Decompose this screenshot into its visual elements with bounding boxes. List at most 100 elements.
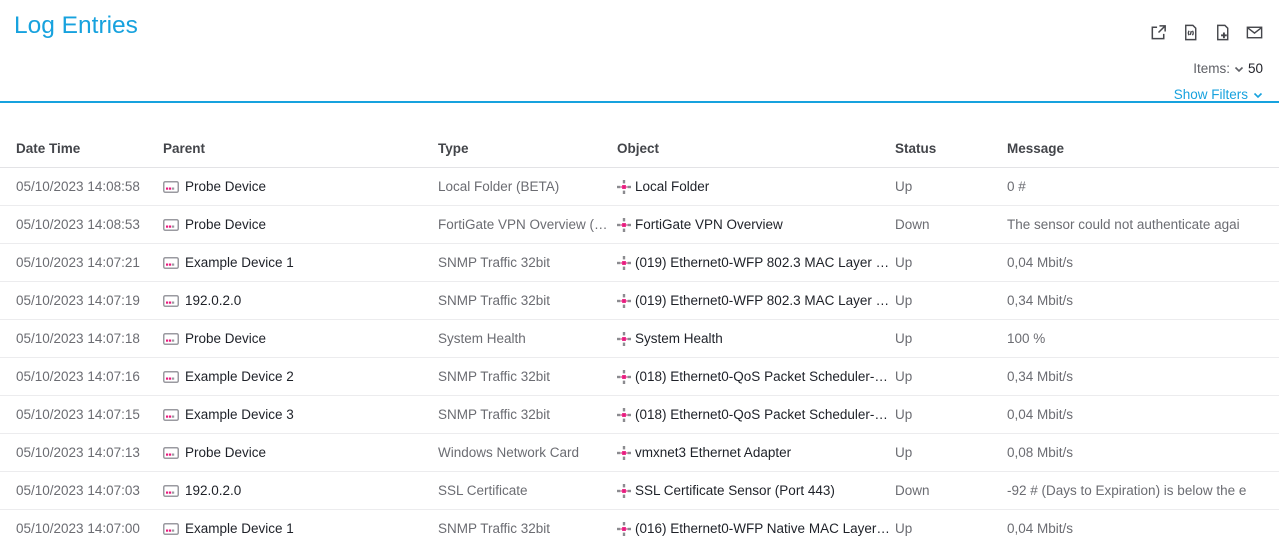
column-header-parent[interactable]: Parent <box>163 141 438 167</box>
table-row: 05/10/2023 14:07:16 Example Device 2 SNM… <box>0 358 1279 396</box>
cell-parent[interactable]: Example Device 3 <box>163 407 438 422</box>
cell-date-time: 05/10/2023 14:07:18 <box>16 331 163 346</box>
cell-date-time: 05/10/2023 14:07:00 <box>16 521 163 536</box>
parent-link[interactable]: Probe Device <box>185 331 266 346</box>
cell-status: Up <box>895 293 1007 308</box>
column-header-status[interactable]: Status <box>895 141 1007 167</box>
cell-message: 0,04 Mbit/s <box>1007 407 1279 422</box>
cell-type: SNMP Traffic 32bit <box>438 521 617 536</box>
column-header-date-time[interactable]: Date Time <box>16 141 163 167</box>
items-value: 50 <box>1248 61 1263 76</box>
parent-link[interactable]: Probe Device <box>185 217 266 232</box>
cell-date-time: 05/10/2023 14:07:15 <box>16 407 163 422</box>
device-icon <box>163 257 179 269</box>
cell-message: The sensor could not authenticate agai <box>1007 217 1279 232</box>
column-header-object[interactable]: Object <box>617 141 895 167</box>
cell-type: FortiGate VPN Overview (… <box>438 217 617 232</box>
cell-parent[interactable]: Example Device 1 <box>163 521 438 536</box>
cell-type: System Health <box>438 331 617 346</box>
object-link[interactable]: SSL Certificate Sensor (Port 443) <box>635 483 835 498</box>
sensor-icon <box>617 522 631 536</box>
object-link[interactable]: System Health <box>635 331 723 346</box>
parent-link[interactable]: 192.0.2.0 <box>185 483 241 498</box>
file-code-icon[interactable] <box>1181 23 1200 42</box>
cell-message: 100 % <box>1007 331 1279 346</box>
parent-link[interactable]: Example Device 2 <box>185 369 294 384</box>
cell-object[interactable]: FortiGate VPN Overview <box>617 217 895 232</box>
cell-message: 0,08 Mbit/s <box>1007 445 1279 460</box>
sensor-icon <box>617 256 631 270</box>
cell-object[interactable]: (019) Ethernet0-WFP 802.3 MAC Layer … <box>617 293 895 308</box>
cell-type: SNMP Traffic 32bit <box>438 293 617 308</box>
parent-link[interactable]: Example Device 3 <box>185 407 294 422</box>
table-row: 05/10/2023 14:07:18 Probe Device System … <box>0 320 1279 358</box>
table-row: 05/10/2023 14:07:19 192.0.2.0 SNMP Traff… <box>0 282 1279 320</box>
cell-parent[interactable]: Probe Device <box>163 179 438 194</box>
object-link[interactable]: (018) Ethernet0-QoS Packet Scheduler-… <box>635 407 888 422</box>
object-link[interactable]: (016) Ethernet0-WFP Native MAC Layer… <box>635 521 890 536</box>
table-row: 05/10/2023 14:07:21 Example Device 1 SNM… <box>0 244 1279 282</box>
table-row: 05/10/2023 14:07:00 Example Device 1 SNM… <box>0 510 1279 543</box>
cell-parent[interactable]: Example Device 1 <box>163 255 438 270</box>
header-action-bar <box>1149 23 1264 42</box>
table-row: 05/10/2023 14:07:03 192.0.2.0 SSL Certif… <box>0 472 1279 510</box>
cell-message: 0,04 Mbit/s <box>1007 255 1279 270</box>
show-filters-button[interactable]: Show Filters <box>1174 87 1263 102</box>
cell-type: SNMP Traffic 32bit <box>438 407 617 422</box>
cell-parent[interactable]: Probe Device <box>163 445 438 460</box>
cell-object[interactable]: Local Folder <box>617 179 895 194</box>
cell-type: Windows Network Card <box>438 445 617 460</box>
cell-status: Up <box>895 369 1007 384</box>
object-link[interactable]: (019) Ethernet0-WFP 802.3 MAC Layer … <box>635 255 889 270</box>
device-icon <box>163 523 179 535</box>
cell-message: -92 # (Days to Expiration) is below the … <box>1007 483 1279 498</box>
parent-link[interactable]: Example Device 1 <box>185 521 294 536</box>
device-icon <box>163 333 179 345</box>
object-link[interactable]: (019) Ethernet0-WFP 802.3 MAC Layer … <box>635 293 889 308</box>
cell-type: SSL Certificate <box>438 483 617 498</box>
cell-parent[interactable]: Probe Device <box>163 217 438 232</box>
external-link-icon[interactable] <box>1149 23 1168 42</box>
cell-message: 0 # <box>1007 179 1279 194</box>
cell-date-time: 05/10/2023 14:07:16 <box>16 369 163 384</box>
cell-parent[interactable]: Example Device 2 <box>163 369 438 384</box>
envelope-icon[interactable] <box>1245 23 1264 42</box>
sensor-icon <box>617 180 631 194</box>
cell-object[interactable]: (018) Ethernet0-QoS Packet Scheduler-… <box>617 369 895 384</box>
cell-object[interactable]: (018) Ethernet0-QoS Packet Scheduler-… <box>617 407 895 422</box>
parent-link[interactable]: 192.0.2.0 <box>185 293 241 308</box>
sensor-icon <box>617 294 631 308</box>
cell-object[interactable]: SSL Certificate Sensor (Port 443) <box>617 483 895 498</box>
object-link[interactable]: Local Folder <box>635 179 709 194</box>
items-count-control[interactable]: Items: 50 <box>1193 61 1263 76</box>
table-header-row: Date Time Parent Type Object Status Mess… <box>0 103 1279 168</box>
sensor-icon <box>617 446 631 460</box>
show-filters-label: Show Filters <box>1174 87 1248 102</box>
cell-object[interactable]: (016) Ethernet0-WFP Native MAC Layer… <box>617 521 895 536</box>
cell-status: Up <box>895 179 1007 194</box>
table-row: 05/10/2023 14:08:58 Probe Device Local F… <box>0 168 1279 206</box>
parent-link[interactable]: Example Device 1 <box>185 255 294 270</box>
cell-parent[interactable]: 192.0.2.0 <box>163 293 438 308</box>
column-header-type[interactable]: Type <box>438 141 617 167</box>
cell-status: Down <box>895 483 1007 498</box>
table-row: 05/10/2023 14:08:53 Probe Device FortiGa… <box>0 206 1279 244</box>
parent-link[interactable]: Probe Device <box>185 179 266 194</box>
object-link[interactable]: (018) Ethernet0-QoS Packet Scheduler-… <box>635 369 888 384</box>
file-plus-icon[interactable] <box>1213 23 1232 42</box>
device-icon <box>163 295 179 307</box>
cell-status: Up <box>895 407 1007 422</box>
cell-parent[interactable]: 192.0.2.0 <box>163 483 438 498</box>
cell-object[interactable]: vmxnet3 Ethernet Adapter <box>617 445 895 460</box>
cell-object[interactable]: (019) Ethernet0-WFP 802.3 MAC Layer … <box>617 255 895 270</box>
cell-parent[interactable]: Probe Device <box>163 331 438 346</box>
sensor-icon <box>617 218 631 232</box>
parent-link[interactable]: Probe Device <box>185 445 266 460</box>
cell-object[interactable]: System Health <box>617 331 895 346</box>
device-icon <box>163 409 179 421</box>
sensor-icon <box>617 484 631 498</box>
cell-date-time: 05/10/2023 14:07:13 <box>16 445 163 460</box>
column-header-message[interactable]: Message <box>1007 141 1279 167</box>
object-link[interactable]: vmxnet3 Ethernet Adapter <box>635 445 791 460</box>
object-link[interactable]: FortiGate VPN Overview <box>635 217 783 232</box>
